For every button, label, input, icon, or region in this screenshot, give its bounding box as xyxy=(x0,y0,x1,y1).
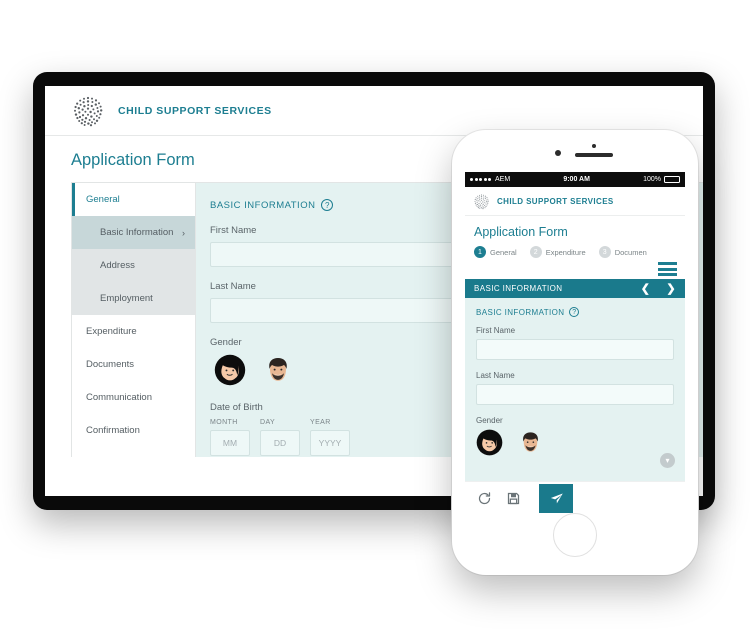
first-name-input[interactable] xyxy=(476,339,674,360)
sidebar-item-label: Employment xyxy=(100,293,153,304)
chevron-right-icon: › xyxy=(182,227,185,238)
home-button[interactable] xyxy=(553,513,597,557)
hamburger-menu-icon[interactable] xyxy=(465,262,677,276)
dotted-circle-logo-icon xyxy=(74,96,103,126)
female-avatar-icon[interactable] xyxy=(214,354,246,386)
phone-status-bar: AEM 9:00 AM 100% xyxy=(465,172,685,187)
question-mark-icon[interactable]: ? xyxy=(569,307,580,317)
sidebar-item-general[interactable]: General xyxy=(72,183,195,216)
sidebar-item-label: Confirmation xyxy=(86,425,140,436)
sidebar-item-confirmation[interactable]: Confirmation xyxy=(72,414,195,447)
phone-form-panel: BASIC INFORMATION ? First Name Last Name… xyxy=(465,298,685,481)
phone-sensor xyxy=(592,144,596,148)
phone-form-section-header: BASIC INFORMATION ? xyxy=(476,307,674,317)
last-name-input[interactable] xyxy=(476,384,674,405)
phone-toolbar xyxy=(465,481,685,513)
male-avatar-icon[interactable] xyxy=(517,429,544,456)
send-button[interactable] xyxy=(539,483,573,513)
first-name-label: First Name xyxy=(476,326,516,335)
phone-brand-bar: CHILD SUPPORT SERVICES xyxy=(465,187,685,216)
phone-device-frame: AEM 9:00 AM 100% CHILD SUPPORT SERVICES … xyxy=(452,130,698,575)
paper-plane-send-icon xyxy=(550,493,563,504)
gender-label: Gender xyxy=(476,416,503,425)
sidebar-item-employment[interactable]: Employment xyxy=(72,282,195,315)
phone-section-bar: BASIC INFORMATION ❮ ❯ xyxy=(465,279,685,298)
sidebar-item-label: General xyxy=(86,194,120,205)
step-label: General xyxy=(490,247,517,257)
chevron-down-circle-icon[interactable]: ▾ xyxy=(660,453,675,468)
step-indicator: 1 General 2 Expenditure 3 Documen xyxy=(465,246,685,258)
sidebar-item-label: Communication xyxy=(86,392,152,403)
last-name-input[interactable] xyxy=(210,298,478,323)
step-documents[interactable]: 3 Documen xyxy=(598,246,647,258)
sidebar-item-expenditure[interactable]: Expenditure xyxy=(72,315,195,348)
dob-year-field: YEAR YYYY xyxy=(310,419,350,456)
battery-full-icon xyxy=(664,176,680,183)
phone-speaker xyxy=(575,153,613,157)
sidebar-item-label: Documents xyxy=(86,359,135,370)
section-title: BASIC INFORMATION xyxy=(476,307,565,317)
step-number: 2 xyxy=(529,246,542,258)
sidebar-nav: General Basic Information › Address Empl… xyxy=(71,182,196,457)
status-battery-percent: 100% xyxy=(643,176,661,183)
status-carrier: AEM xyxy=(495,176,511,183)
brand-name: CHILD SUPPORT SERVICES xyxy=(497,196,614,206)
sidebar-item-basic-information[interactable]: Basic Information › xyxy=(72,216,195,249)
floppy-save-icon[interactable] xyxy=(506,491,521,506)
sidebar-item-communication[interactable]: Communication xyxy=(72,381,195,414)
desktop-brand-bar: CHILD SUPPORT SERVICES xyxy=(45,86,703,136)
sidebar-item-address[interactable]: Address xyxy=(72,249,195,282)
dob-day-caption: DAY xyxy=(260,419,276,426)
dob-month-caption: MONTH xyxy=(210,419,238,426)
step-label: Expenditure xyxy=(545,247,586,257)
sidebar-item-label: Expenditure xyxy=(86,326,137,337)
step-expenditure[interactable]: 2 Expenditure xyxy=(529,246,586,258)
step-label: Documen xyxy=(614,247,647,257)
sidebar-item-label: Address xyxy=(100,260,135,271)
status-time: 9:00 AM xyxy=(563,176,590,183)
dob-month-field: MONTH MM xyxy=(210,419,250,456)
dob-year-caption: YEAR xyxy=(310,419,331,426)
chevron-left-icon[interactable]: ❮ xyxy=(641,282,651,295)
phone-screen: AEM 9:00 AM 100% CHILD SUPPORT SERVICES … xyxy=(465,172,685,513)
dob-year-input[interactable]: YYYY xyxy=(310,430,350,456)
gender-options xyxy=(476,429,674,456)
female-avatar-icon[interactable] xyxy=(476,429,503,456)
phone-page-title: Application Form xyxy=(474,225,568,239)
sidebar-item-label: Basic Information xyxy=(100,227,174,238)
dob-month-input[interactable]: MM xyxy=(210,430,250,456)
brand-name: CHILD SUPPORT SERVICES xyxy=(118,104,272,117)
first-name-input[interactable] xyxy=(210,242,478,267)
sidebar-item-documents[interactable]: Documents xyxy=(72,348,195,381)
chevron-right-icon[interactable]: ❯ xyxy=(666,282,676,295)
step-general[interactable]: 1 General xyxy=(474,246,517,258)
section-title: BASIC INFORMATION xyxy=(210,199,316,211)
dob-day-field: DAY DD xyxy=(260,419,300,456)
dotted-circle-logo-icon xyxy=(474,193,489,209)
refresh-icon[interactable] xyxy=(477,491,492,506)
phone-camera xyxy=(555,150,561,156)
phone-section-title: BASIC INFORMATION xyxy=(474,284,563,293)
question-mark-icon[interactable]: ? xyxy=(321,199,334,211)
signal-dots-icon xyxy=(470,178,491,181)
male-avatar-icon[interactable] xyxy=(262,354,294,386)
step-number: 1 xyxy=(474,246,486,258)
dob-day-input[interactable]: DD xyxy=(260,430,300,456)
step-number: 3 xyxy=(598,246,611,258)
last-name-label: Last Name xyxy=(476,371,515,380)
